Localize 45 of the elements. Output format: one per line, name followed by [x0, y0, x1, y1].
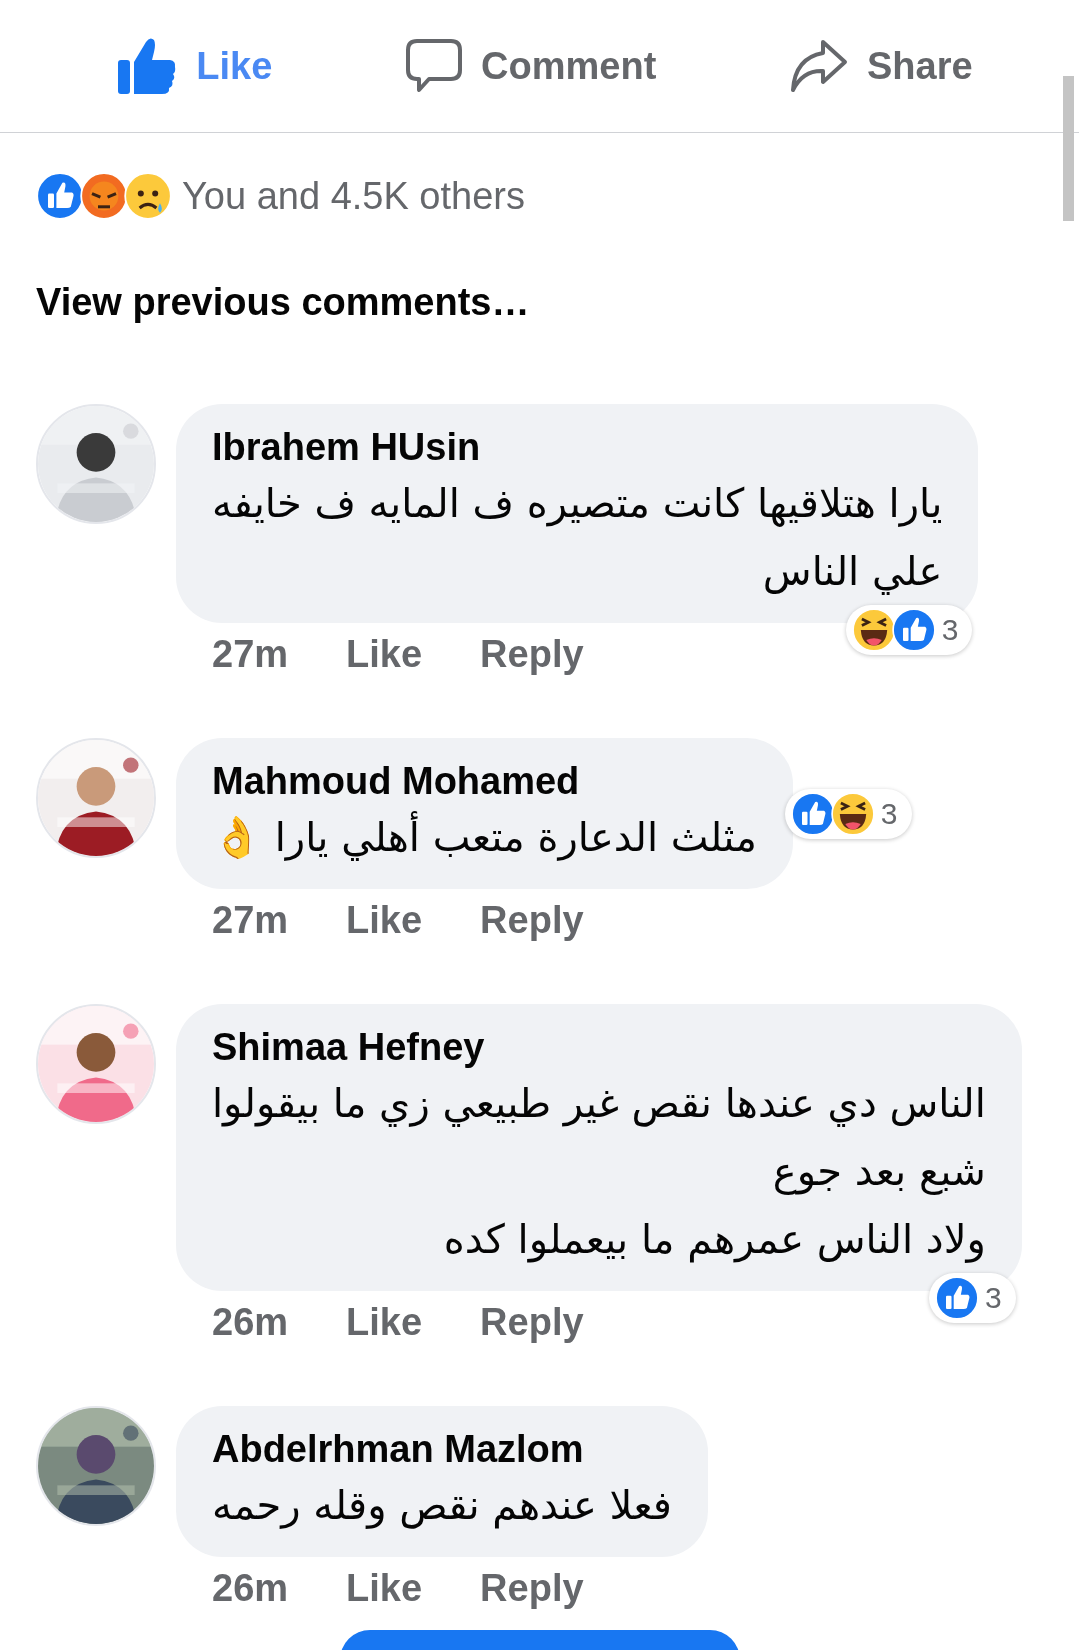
comment-time: 27m [212, 633, 289, 676]
like-link[interactable]: Like [346, 1567, 423, 1610]
reaction-count: 3 [985, 1281, 1002, 1315]
comment-text: مثلث الدعارة متعب أهلي يارا 👌 [212, 803, 757, 871]
laughing-reaction-icon [830, 791, 875, 836]
comment-time: 26m [212, 1301, 289, 1344]
commenter-name[interactable]: Abdelrhman Mazlom [212, 1428, 672, 1471]
reply-link[interactable]: Reply [480, 1301, 584, 1344]
reaction-badge[interactable]: 3 [929, 1273, 1016, 1323]
reply-link[interactable]: Reply [480, 899, 584, 942]
view-previous-comments-link[interactable]: View previous comments… [36, 281, 530, 324]
commenter-name[interactable]: Shimaa Hefney [212, 1026, 986, 1069]
like-reaction-icon [36, 172, 84, 220]
reaction-count: 3 [941, 613, 959, 647]
share-arrow-icon [789, 38, 849, 94]
comment-action-button[interactable]: Comment [395, 32, 667, 100]
like-link[interactable]: Like [346, 899, 423, 942]
angry-reaction-icon [80, 172, 128, 220]
reply-link[interactable]: Reply [480, 1567, 584, 1610]
commenter-name[interactable]: Mahmoud Mohamed [212, 760, 757, 803]
reply-link[interactable]: Reply [480, 633, 584, 676]
like-link[interactable]: Like [346, 1301, 423, 1344]
scrollbar[interactable] [1063, 76, 1074, 221]
reaction-badge[interactable]: 3 [845, 605, 973, 655]
laughing-reaction-icon [851, 608, 896, 652]
speech-bubble-icon [405, 38, 464, 94]
reaction-badge[interactable]: 3 [784, 788, 912, 839]
like-reaction-icon [891, 608, 936, 652]
comment-text: ولاد الناس عمرهم ما بيعملوا كده [442, 1215, 986, 1265]
like-reaction-icon [935, 1276, 980, 1320]
sad-reaction-icon [124, 172, 172, 220]
comment-text: فعلا عندهم نقص وقله رحمه [212, 1481, 672, 1531]
reaction-count: 3 [880, 796, 898, 831]
comment-text: يارا هتلاقيها كانت متصيره ف المايه ف خايفه [212, 479, 943, 529]
comment-time: 26m [212, 1567, 289, 1610]
comment-text: شبع بعد جوع [771, 1147, 986, 1197]
share-action-button[interactable]: Share [779, 32, 983, 100]
comment-text: علي الناس [761, 547, 943, 597]
like-action-button[interactable]: Like [106, 30, 283, 102]
like-link[interactable]: Like [346, 633, 423, 676]
reaction-summary-text[interactable]: You and 4.5K others [182, 174, 525, 218]
like-reaction-icon [790, 791, 835, 836]
comment-text: الناس دي عندها نقص غير طبيعي زي ما بيقولوا [212, 1079, 986, 1129]
comment-time: 27m [212, 899, 289, 942]
commenter-name[interactable]: Ibrahem HUsin [212, 426, 943, 469]
